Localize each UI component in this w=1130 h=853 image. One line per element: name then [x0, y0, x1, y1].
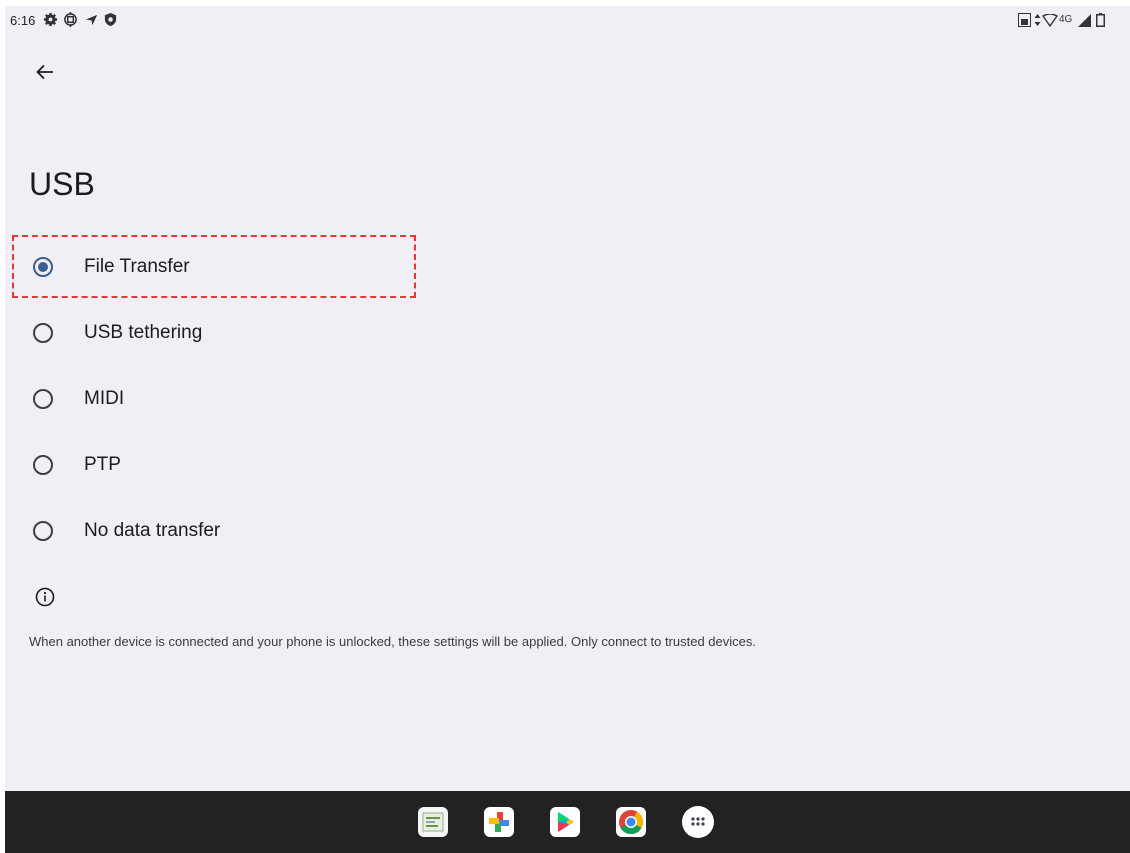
sim-card-icon — [1018, 13, 1031, 27]
shield-icon — [104, 12, 117, 27]
settings-screen: 6:16 4G USB File Transfer USB tethering … — [5, 6, 1130, 853]
location-arrow-icon — [85, 14, 98, 26]
option-file-transfer[interactable]: File Transfer — [5, 237, 1130, 297]
status-right-icons: 4G — [1018, 12, 1116, 28]
option-label: MIDI — [84, 388, 125, 409]
option-label: File Transfer — [84, 256, 190, 277]
play-store-icon[interactable] — [550, 807, 580, 837]
radio-button[interactable] — [33, 521, 53, 541]
option-usb-tethering[interactable]: USB tethering — [5, 303, 1130, 363]
wifi-icon — [1042, 14, 1058, 27]
option-no-data-transfer[interactable]: No data transfer — [5, 501, 1130, 561]
photos-app-icon[interactable] — [484, 807, 514, 837]
app-drawer-icon[interactable] — [682, 806, 714, 838]
chrome-icon[interactable] — [616, 807, 646, 837]
radio-button[interactable] — [33, 389, 53, 409]
option-ptp[interactable]: PTP — [5, 435, 1130, 495]
radio-button-checked[interactable] — [33, 257, 53, 277]
taskbar — [5, 791, 1130, 853]
info-description: When another device is connected and you… — [29, 634, 756, 649]
data-arrows-icon — [1034, 14, 1041, 26]
radio-button[interactable] — [33, 455, 53, 475]
cellular-signal-icon — [1078, 14, 1091, 27]
info-icon — [35, 587, 55, 607]
option-midi[interactable]: MIDI — [5, 369, 1130, 429]
arrow-left-icon — [36, 64, 53, 80]
status-bar: 6:16 4G — [5, 6, 1130, 34]
network-type-label: 4G — [1059, 14, 1073, 25]
back-button[interactable] — [27, 54, 63, 90]
option-label: No data transfer — [84, 520, 221, 541]
option-label: USB tethering — [84, 322, 203, 343]
sheets-app-icon[interactable] — [418, 807, 448, 837]
settings-gear-icon — [43, 12, 58, 27]
vpn-icon — [64, 12, 77, 27]
page-title: USB — [29, 166, 95, 202]
battery-icon — [1096, 13, 1105, 27]
option-label: PTP — [84, 454, 121, 475]
status-time: 6:16 — [10, 13, 36, 28]
radio-button[interactable] — [33, 323, 53, 343]
